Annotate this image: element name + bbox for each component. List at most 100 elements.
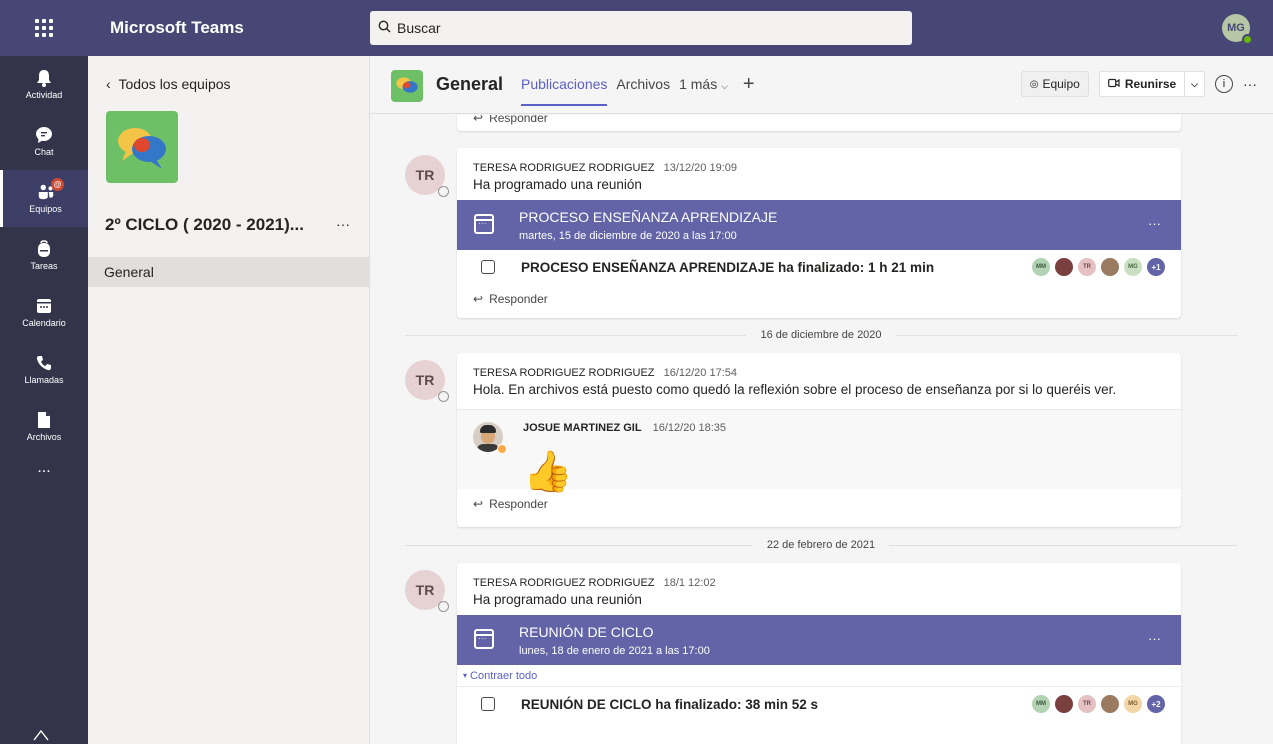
rail-label: Llamadas [24,375,64,385]
channel-more-options-button[interactable]: ··· [1243,76,1257,92]
channel-team-logo [391,70,423,102]
help-icon[interactable] [33,728,49,744]
rail-item-calendario[interactable]: Calendario [0,284,88,341]
date-separator: 16 de diciembre de 2020 [405,325,1237,345]
status-away-icon [497,444,507,454]
meeting-card[interactable]: REUNIÓN DE CICLO lunes, 18 de enero de 2… [457,615,1181,665]
avatar[interactable]: TR [405,360,449,402]
app-launcher-button[interactable] [0,0,88,56]
post-text: Ha programado una reunión [473,177,642,192]
meeting-more-options-button[interactable]: ··· [1148,631,1161,646]
app-title: Microsoft Teams [110,18,244,37]
more-attendees-badge: +1 [1147,258,1165,276]
meeting-ended-text: PROCESO ENSEÑANZA APRENDIZAJE ha finaliz… [521,259,935,275]
search-input[interactable]: Buscar [370,11,912,45]
tab-publicaciones[interactable]: Publicaciones [521,76,608,106]
file-icon [35,411,53,429]
user-avatar[interactable]: MG [1222,14,1253,45]
post-author[interactable]: TERESA RODRIGUEZ RODRIGUEZ [473,577,655,589]
meeting-more-options-button[interactable]: ··· [1148,216,1161,231]
rail-item-llamadas[interactable]: Llamadas [0,341,88,398]
add-tab-button[interactable]: + [743,74,755,106]
avatar[interactable]: TR [405,570,449,612]
attendee-avatar: MM [1032,695,1050,713]
post-card: TERESA RODRIGUEZ RODRIGUEZ 18/1 12:02 Ha… [457,563,1181,744]
back-to-teams-link[interactable]: ‹ Todos los equipos [106,76,231,92]
post-meta: TERESA RODRIGUEZ RODRIGUEZ 13/12/20 19:0… [457,148,1181,174]
reply-label: Responder [489,115,548,125]
collapse-label: Contraer todo [470,669,538,682]
status-available-icon [1242,34,1253,45]
post-author[interactable]: TERESA RODRIGUEZ RODRIGUEZ [473,367,655,379]
rail-item-actividad[interactable]: Actividad [0,56,88,113]
meet-button-label: Reunirse [1124,77,1177,91]
calendar-icon [35,297,53,315]
reply-arrow-icon: ↩ [473,292,484,306]
meeting-date: martes, 15 de diciembre de 2020 a las 17… [519,230,737,242]
reply-author[interactable]: JOSUE MARTINEZ GIL [523,422,642,434]
more-attendees-badge: +2 [1147,695,1165,713]
meeting-ended-row: PROCESO ENSEÑANZA APRENDIZAJE ha finaliz… [457,250,1181,284]
team-button-label: Equipo [1042,77,1080,91]
more-apps-button[interactable]: ... [0,459,88,477]
posts-feed[interactable]: ↩ Responder TR TERESA RODRIGUEZ RODRIGUEZ… [371,115,1273,744]
rail-item-tareas[interactable]: Tareas [0,227,88,284]
bell-icon [35,69,53,87]
reply-button[interactable]: ↩ Responder [457,115,1181,129]
rail-item-archivos[interactable]: Archivos [0,398,88,455]
back-label: Todos los equipos [118,76,231,92]
status-offline-icon [438,186,449,197]
meet-options-chevron-icon[interactable]: ⌵ [1184,72,1204,96]
rail-label: Chat [34,147,54,157]
video-camera-icon [481,260,495,274]
team-button[interactable]: ◎ Equipo [1020,71,1089,97]
team-more-options-button[interactable]: ··· [336,216,350,232]
status-offline-icon [438,391,449,402]
channel-header: General Publicaciones Archivos 1 más ⌵ +… [371,56,1273,114]
eye-icon: ◎ [1029,78,1039,90]
attendee-avatar: MM [1032,258,1050,276]
reply-meta: JOSUE MARTINEZ GIL 16/12/20 18:35 [457,410,1181,434]
rail-label: Calendario [22,318,66,328]
post-meta: TERESA RODRIGUEZ RODRIGUEZ 16/12/20 17:5… [457,353,1181,379]
rail-label: Actividad [25,90,63,100]
post-time: 16/12/20 17:54 [663,367,737,379]
chevron-left-icon: ‹ [106,76,111,92]
avatar-initials: TR [415,372,435,388]
status-offline-icon [438,601,449,612]
rail-item-chat[interactable]: Chat [0,113,88,170]
caret-down-icon: ▾ [463,671,468,680]
previous-post-tail: ↩ Responder [457,115,1181,131]
post-author[interactable]: TERESA RODRIGUEZ RODRIGUEZ [473,162,655,174]
post-time: 13/12/20 19:09 [663,162,737,174]
meeting-card[interactable]: PROCESO ENSEÑANZA APRENDIZAJE martes, 15… [457,200,1181,250]
rail-label: Archivos [26,432,62,442]
user-initials: MG [1227,22,1245,34]
rail-item-equipos[interactable]: @ Equipos [0,170,88,227]
team-name[interactable]: 2º CICLO ( 2020 - 2021)... [105,215,304,235]
channel-tabs: Publicaciones Archivos 1 más ⌵ + [521,74,755,106]
reply-arrow-icon: ↩ [473,115,484,125]
team-panel: ‹ Todos los equipos 2º CICLO ( 2020 - 20… [88,56,370,744]
meet-now-button[interactable]: Reunirse ⌵ [1098,71,1205,97]
attendee-avatar [1055,258,1073,276]
date-separator-label: 16 de diciembre de 2020 [760,329,882,341]
attendee-list[interactable]: MM TR MG +2 [1032,695,1165,713]
tab-archivos[interactable]: Archivos [616,76,670,106]
reply-button[interactable]: ↩ Responder [457,284,1181,314]
channel-info-icon[interactable]: i [1215,75,1233,93]
channel-item-general[interactable]: General [88,257,369,287]
attendee-avatar [1101,695,1119,713]
reply-label: Responder [489,497,548,511]
avatar[interactable]: TR [405,155,449,197]
post-text: Ha programado una reunión [473,592,642,607]
collapse-all-button[interactable]: ▾ Contraer todo [457,665,1181,687]
calendar-icon [474,629,494,649]
attendee-avatar: TR [1078,695,1096,713]
attendee-avatar [1055,695,1073,713]
tab-more-label: 1 más [679,76,718,92]
tab-more[interactable]: 1 más ⌵ [679,76,728,106]
post-time: 18/1 12:02 [663,577,716,589]
top-bar: Microsoft Teams Buscar MG [0,0,1273,56]
attendee-list[interactable]: MM TR MG +1 [1032,258,1165,276]
